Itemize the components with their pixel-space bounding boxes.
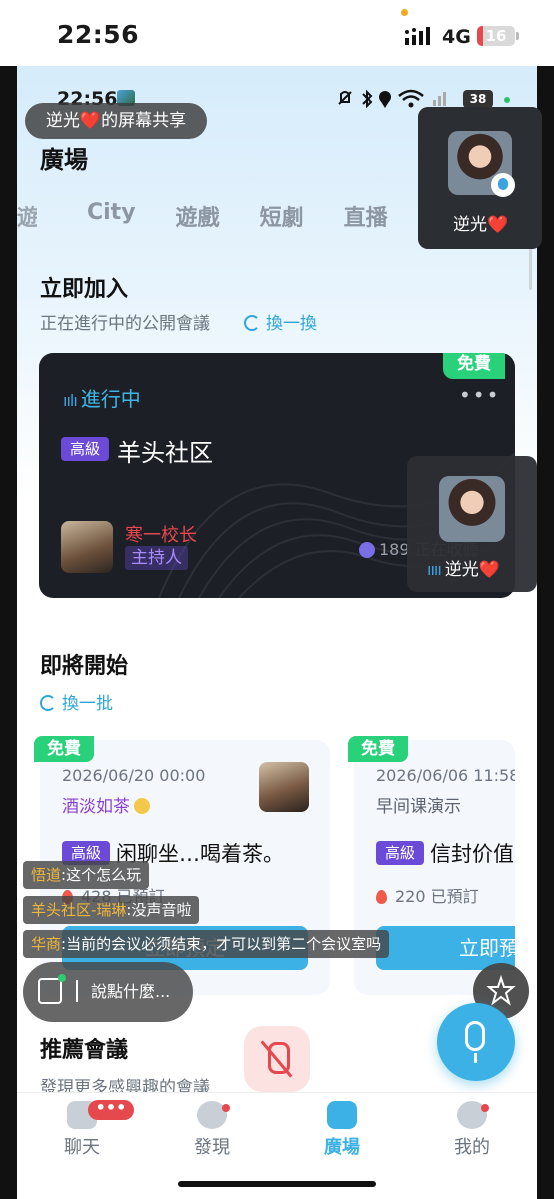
tab-games-partial[interactable]: 遊 bbox=[17, 200, 37, 240]
screen-share-label[interactable]: 逆光❤️的屏幕共享 bbox=[25, 103, 207, 139]
battery-icon: 16 bbox=[477, 26, 515, 46]
host-avatar[interactable] bbox=[61, 521, 113, 573]
meeting-name: 羊头社区 bbox=[117, 439, 213, 467]
refresh-icon bbox=[244, 315, 260, 331]
soundwave-icon: ıılı bbox=[63, 391, 78, 410]
nav-label: 發現 bbox=[194, 1137, 230, 1158]
bluetooth-icon bbox=[362, 89, 373, 109]
author-name: 早间课演示 bbox=[376, 797, 461, 817]
refresh-label: 換一換 bbox=[266, 314, 317, 334]
level-tag: 高級 bbox=[61, 437, 109, 461]
booked-count: 220 已預訂 bbox=[376, 883, 479, 907]
signal-icon bbox=[405, 27, 430, 45]
recording-indicator bbox=[401, 9, 408, 16]
tab-games[interactable]: 遊戲 bbox=[176, 200, 220, 240]
participant-name: 逆光❤️ bbox=[444, 560, 500, 580]
live-status-label: 進行中 bbox=[80, 387, 141, 411]
inner-battery-icon: 38 bbox=[463, 90, 493, 108]
speaking-icon: ıııı bbox=[427, 560, 442, 579]
nav-discover[interactable]: 發現 bbox=[162, 1101, 262, 1159]
microphone-icon bbox=[465, 1021, 485, 1051]
mute-icon bbox=[338, 91, 352, 105]
chat-message: 悟道:这个怎么玩 bbox=[23, 861, 150, 889]
chat-text: :当前的会议必须结束，才可以到第二个会议室吗 bbox=[61, 935, 382, 953]
video-overlay-top[interactable]: 逆光❤️ bbox=[418, 107, 542, 249]
live-status: ıılı 進行中 bbox=[63, 383, 141, 412]
chat-compose-icon bbox=[38, 974, 66, 1004]
chat-text: :没声音啦 bbox=[126, 901, 192, 919]
chat-message: 羊头社区-瑞琳:没声音啦 bbox=[23, 896, 200, 924]
nav-plaza[interactable]: 廣場 bbox=[292, 1101, 392, 1159]
free-tag: 免費 bbox=[34, 736, 94, 762]
join-now-title: 立即加入 bbox=[40, 277, 129, 302]
more-options-button[interactable]: ••• bbox=[459, 383, 500, 407]
recommended-title: 推薦會議 bbox=[40, 1038, 129, 1063]
tab-city[interactable]: City bbox=[87, 200, 136, 240]
unread-badge: ••• bbox=[88, 1100, 134, 1120]
meeting-date: 2026/06/20 00:00 bbox=[62, 766, 206, 785]
refresh-batch-label: 換一批 bbox=[62, 694, 113, 714]
tab-live[interactable]: 直播 bbox=[344, 200, 388, 240]
crown-icon bbox=[134, 798, 150, 814]
participant-name: 逆光❤️ bbox=[453, 215, 509, 235]
microphone-button[interactable] bbox=[437, 1003, 515, 1081]
network-type: 4G bbox=[442, 26, 471, 48]
chat-user: 羊头社区-瑞琳 bbox=[31, 901, 127, 919]
refresh-icon bbox=[40, 695, 56, 711]
refresh-button[interactable]: 換一換 bbox=[244, 309, 317, 334]
location-icon bbox=[379, 91, 391, 108]
chat-message: 华商:当前的会议必须结束，才可以到第二个会议室吗 bbox=[23, 930, 390, 958]
free-tag: 免費 bbox=[443, 353, 505, 379]
battery-percent: 16 bbox=[485, 27, 507, 45]
outer-status-bar: 22:56 4G 16 bbox=[0, 0, 554, 66]
chat-text: :这个怎么玩 bbox=[61, 866, 142, 884]
booked-count-label: 220 已預訂 bbox=[395, 887, 479, 906]
chat-divider bbox=[76, 980, 78, 1002]
page-title: 廣場 bbox=[40, 146, 88, 174]
nav-label: 廣場 bbox=[324, 1137, 360, 1158]
refresh-batch-button[interactable]: 換一批 bbox=[40, 689, 113, 714]
wifi-icon bbox=[398, 89, 424, 108]
muted-microphone-icon[interactable] bbox=[244, 1026, 310, 1092]
author-avatar[interactable] bbox=[259, 762, 309, 812]
nav-me[interactable]: 我的 bbox=[422, 1101, 522, 1159]
status-time: 22:56 bbox=[57, 20, 140, 49]
host-name: 寒一校长 bbox=[125, 525, 197, 546]
cellular-icon bbox=[433, 92, 446, 106]
tab-short-drama[interactable]: 短劇 bbox=[260, 200, 304, 240]
meeting-title: 信封价值 bbox=[430, 842, 514, 866]
camera-active-dot bbox=[504, 97, 510, 103]
upcoming-title: 即將開始 bbox=[40, 654, 129, 679]
join-now-subtitle: 正在進行中的公開會議 bbox=[40, 314, 210, 334]
nav-label: 聊天 bbox=[64, 1137, 100, 1158]
fire-icon bbox=[376, 890, 387, 904]
level-tag: 高級 bbox=[376, 841, 424, 865]
meeting-date: 2026/06/06 11:58 bbox=[376, 766, 515, 785]
discover-dot bbox=[222, 1104, 230, 1112]
chat-user: 华商 bbox=[31, 935, 62, 953]
me-dot bbox=[481, 1104, 489, 1112]
participant-video bbox=[439, 476, 505, 542]
author-name: 酒淡如茶 bbox=[62, 792, 150, 817]
microphone-stand bbox=[474, 1053, 477, 1063]
mic-badge-icon bbox=[491, 173, 515, 197]
free-tag: 免費 bbox=[348, 736, 408, 762]
video-overlay-middle[interactable]: ıııı 逆光❤️ bbox=[407, 456, 537, 592]
battery-cap bbox=[516, 32, 519, 40]
author-name-label: 酒淡如茶 bbox=[62, 797, 130, 817]
plaza-icon bbox=[327, 1101, 357, 1129]
home-indicator[interactable] bbox=[178, 1181, 376, 1187]
listeners-icon bbox=[359, 542, 375, 558]
nav-label: 我的 bbox=[454, 1137, 490, 1158]
host-role-badge: 主持人 bbox=[125, 546, 188, 570]
chat-user: 悟道 bbox=[31, 866, 62, 884]
participant-name-row: ıııı 逆光❤️ bbox=[427, 555, 500, 580]
